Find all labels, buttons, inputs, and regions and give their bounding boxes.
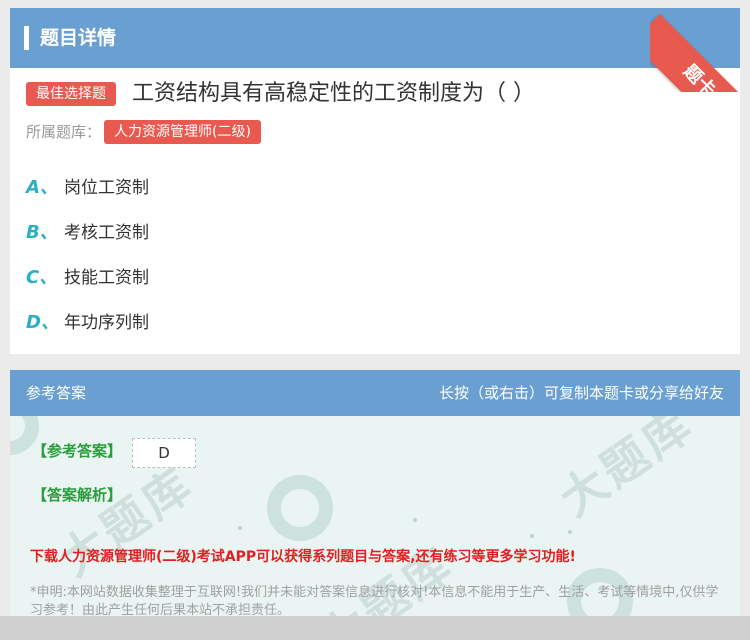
header-accent-bar	[24, 26, 29, 50]
question-type-badge: 最佳选择题	[26, 82, 116, 106]
page-title: 题目详情	[40, 27, 117, 49]
download-promo-link[interactable]: 下载人力资源管理师(二级)考试APP可以获得系列题目与答案,还有练习等更多学习功…	[30, 546, 576, 566]
answer-header: 参考答案 长按（或右击）可复制本题卡或分享给好友	[10, 370, 740, 416]
page-header: 题目详情	[10, 8, 740, 68]
question-text: 工资结构具有高稳定性的工资制度为（ ）	[132, 81, 535, 106]
answer-section-title: 参考答案	[26, 384, 87, 402]
question-card-ribbon[interactable]: 题卡	[650, 14, 750, 92]
share-hint: 长按（或右击）可复制本题卡或分享给好友	[438, 384, 724, 402]
option-c[interactable]: C、 技能工资制	[26, 263, 149, 293]
option-letter: D、	[26, 312, 59, 333]
option-letter: C、	[26, 267, 58, 288]
answer-label: 【参考答案】	[32, 442, 123, 460]
analysis-label: 【答案解析】	[32, 486, 123, 504]
option-a[interactable]: A、 岗位工资制	[26, 173, 149, 203]
option-text: 年功序列制	[64, 313, 149, 333]
question-card-corner[interactable]: 题卡	[650, 0, 750, 92]
answer-body: 大题库 大题库 大题库 【参考答案】 D 【答案解析】 下载人力资源管理师(二级…	[10, 416, 740, 616]
bank-label: 所属题库：	[26, 123, 102, 141]
option-letter: B、	[26, 222, 58, 243]
option-b[interactable]: B、 考核工资制	[26, 218, 149, 248]
option-d[interactable]: D、 年功序列制	[26, 308, 149, 338]
option-text: 考核工资制	[64, 223, 149, 243]
bottom-bar	[0, 616, 750, 640]
bank-tag[interactable]: 人力资源管理师(二级)	[104, 120, 261, 144]
option-text: 技能工资制	[64, 268, 149, 288]
option-letter: A、	[26, 177, 58, 198]
answer-value: D	[132, 438, 196, 468]
disclaimer-text: *申明:本网站数据收集整理于互联网!我们并未能对答案信息进行核对!本信息不能用于…	[30, 585, 719, 616]
option-text: 岗位工资制	[64, 178, 149, 198]
